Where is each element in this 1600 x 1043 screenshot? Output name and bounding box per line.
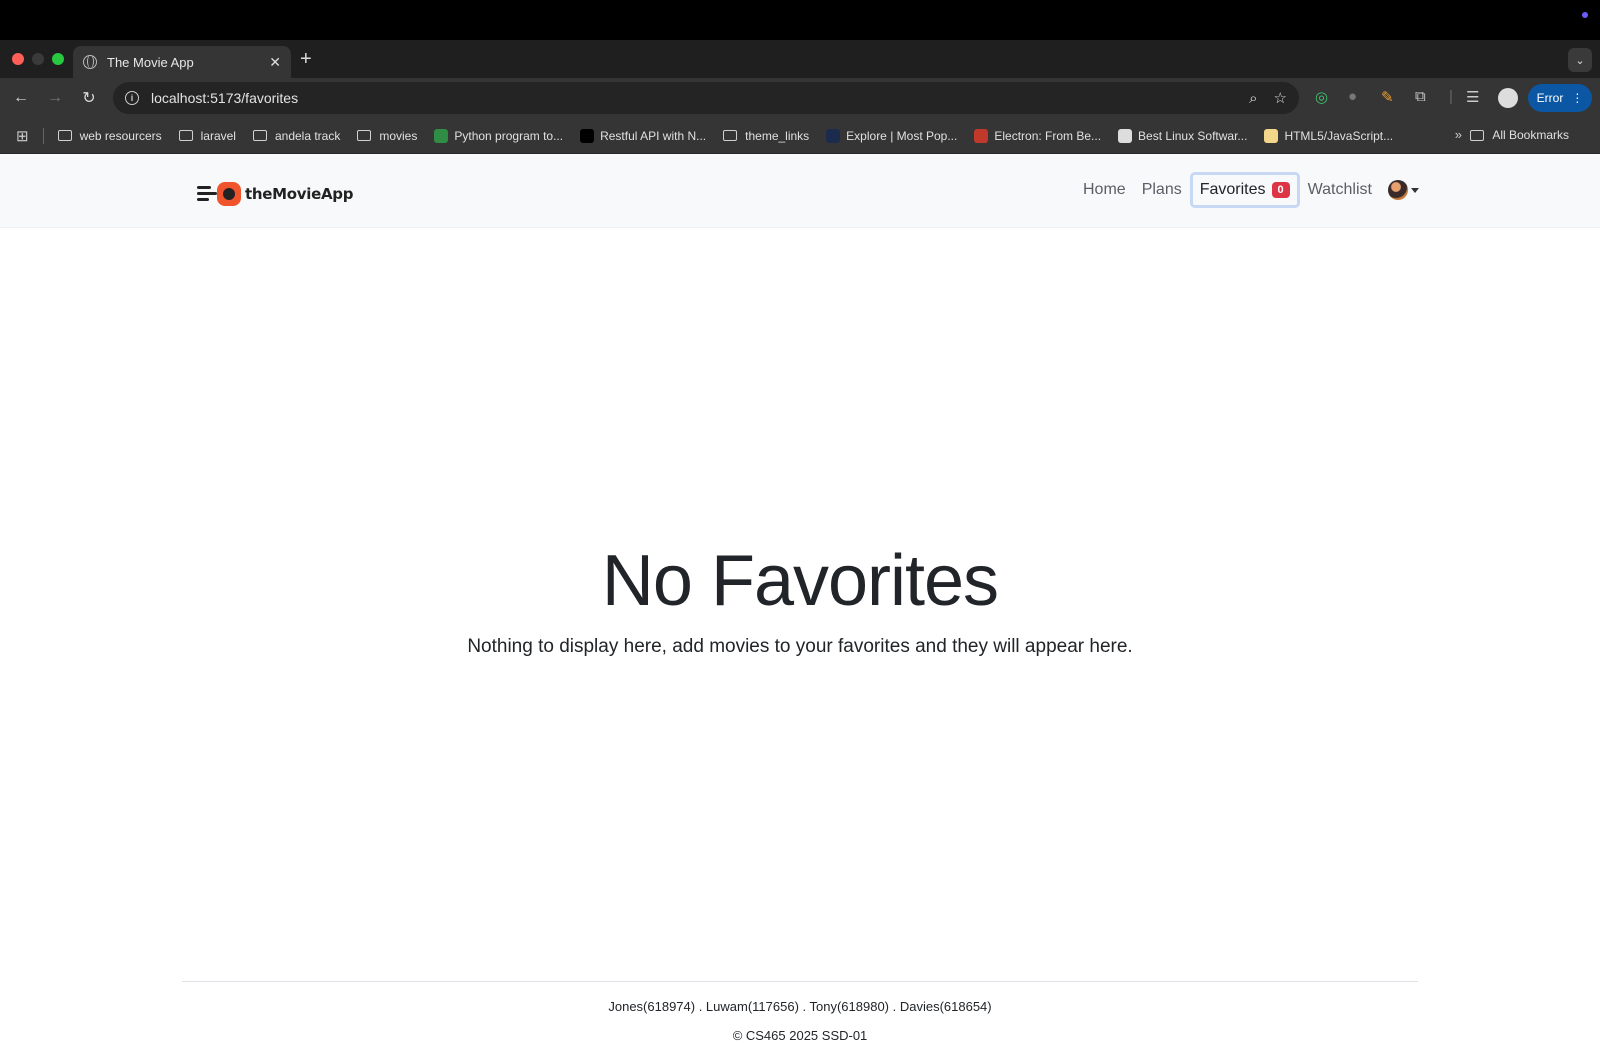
new-tab-button[interactable]: + xyxy=(300,48,312,71)
site-favicon-icon xyxy=(1118,128,1133,143)
toolbar-divider: | xyxy=(1449,88,1453,105)
zoom-icon[interactable]: ⌕ xyxy=(1249,90,1257,107)
main-nav: Home Plans Favorites 0 Watchlist xyxy=(1075,172,1419,208)
logo-reel-icon xyxy=(197,181,243,207)
app-navbar: theMovieApp Home Plans Favorites 0 Watch… xyxy=(0,154,1600,228)
kebab-menu-icon: ⋮ xyxy=(1571,91,1584,105)
bookmark-label: HTML5/JavaScript... xyxy=(1284,128,1394,143)
status-dot-icon xyxy=(1582,12,1588,18)
nav-favorites[interactable]: Favorites 0 xyxy=(1189,172,1300,208)
browser-tab-active[interactable]: The Movie App ✕ xyxy=(73,46,291,78)
bookmark-item[interactable]: laravel xyxy=(178,128,236,143)
extension-pen-icon[interactable]: ✎ xyxy=(1381,88,1394,106)
error-label: Error xyxy=(1536,91,1564,105)
bookmark-list: web resourcers laravel andela track movies P… xyxy=(57,128,1411,143)
tab-search-chevron-icon[interactable]: ⌄ xyxy=(1568,48,1592,72)
folder-icon xyxy=(357,130,372,141)
user-avatar xyxy=(1387,180,1408,200)
favorites-count-badge: 0 xyxy=(1271,182,1290,198)
browser-tab-strip: The Movie App ✕ + ⌄ xyxy=(0,40,1600,78)
close-window-button[interactable] xyxy=(12,53,24,65)
browser-toolbar: ← → ↻ i localhost:5173/favorites ⌕ ☆ ◎ ●… xyxy=(0,78,1600,118)
logo-text: theMovieApp xyxy=(245,185,354,203)
reload-icon[interactable]: ↻ xyxy=(72,88,106,108)
bookmark-item[interactable]: andela track xyxy=(252,128,341,143)
folder-icon xyxy=(57,130,72,141)
minimize-window-button[interactable] xyxy=(32,53,44,65)
site-favicon-icon xyxy=(974,128,989,143)
main-content: No Favorites Nothing to display here, ad… xyxy=(0,228,1600,968)
site-favicon-icon xyxy=(580,128,595,143)
folder-icon xyxy=(1470,129,1485,141)
bookmark-star-icon[interactable]: ☆ xyxy=(1274,89,1287,107)
error-button[interactable]: Error ⋮ xyxy=(1528,84,1592,112)
nav-favorites-label: Favorites xyxy=(1199,181,1266,198)
bookmark-label: Best Linux Softwar... xyxy=(1138,128,1248,143)
profile-avatar-icon[interactable] xyxy=(1498,88,1518,108)
nav-plans[interactable]: Plans xyxy=(1134,173,1190,207)
page-title: No Favorites xyxy=(601,541,999,621)
nav-watchlist[interactable]: Watchlist xyxy=(1300,173,1380,207)
extensions-puzzle-icon[interactable]: ⧉ xyxy=(1415,88,1426,105)
tab-title: The Movie App xyxy=(107,54,194,70)
bookmark-label: theme_links xyxy=(745,128,810,143)
copyright-text: © CS465 2025 SSD-01 xyxy=(732,1028,868,1043)
bookmark-item[interactable]: Electron: From Be... xyxy=(974,128,1102,143)
bookmark-item[interactable]: web resourcers xyxy=(57,128,162,143)
back-icon[interactable]: ← xyxy=(4,89,38,107)
page-footer: Jones(618974) . Luwam(117656) . Tony(618… xyxy=(182,981,1418,1043)
url-text[interactable]: localhost:5173/favorites xyxy=(151,90,1233,106)
maximize-window-button[interactable] xyxy=(52,53,64,65)
site-favicon-icon xyxy=(434,128,449,143)
bookmarks-divider xyxy=(42,127,44,144)
extension-gray-icon[interactable]: ● xyxy=(1348,88,1357,105)
address-bar[interactable]: i localhost:5173/favorites ⌕ ☆ xyxy=(113,82,1299,114)
folder-icon xyxy=(723,130,738,141)
more-bookmarks-icon[interactable]: » xyxy=(1455,127,1462,142)
apps-grid-icon[interactable]: ⊞ xyxy=(16,127,29,145)
all-bookmarks-button[interactable]: All Bookmarks xyxy=(1470,128,1586,142)
empty-state-message: Nothing to display here, add movies to y… xyxy=(467,636,1133,657)
nav-home[interactable]: Home xyxy=(1075,173,1134,207)
bookmark-label: movies xyxy=(379,128,418,143)
bookmark-label: Restful API with N... xyxy=(600,128,707,143)
bookmark-item[interactable]: theme_links xyxy=(723,129,809,143)
tab-close-icon[interactable]: ✕ xyxy=(269,54,281,71)
folder-icon xyxy=(178,130,193,141)
caret-down-icon xyxy=(1410,187,1419,193)
bookmark-label: web resourcers xyxy=(79,128,162,143)
bookmark-label: Explore | Most Pop... xyxy=(846,128,958,143)
bookmark-item[interactable]: Python program to... xyxy=(434,128,564,143)
bookmark-label: Python program to... xyxy=(454,128,564,143)
bookmark-item[interactable]: movies xyxy=(357,129,417,143)
bookmark-label: andela track xyxy=(274,128,341,143)
globe-icon xyxy=(83,55,97,69)
all-bookmarks-label: All Bookmarks xyxy=(1492,128,1569,142)
bookmark-item[interactable]: Explore | Most Pop... xyxy=(826,128,958,143)
bookmark-label: laravel xyxy=(200,128,236,143)
brand-logo[interactable]: theMovieApp xyxy=(197,181,353,207)
forward-icon[interactable]: → xyxy=(38,89,72,107)
site-favicon-icon xyxy=(826,128,841,143)
bookmark-item[interactable]: HTML5/JavaScript... xyxy=(1264,128,1394,143)
user-menu-toggle[interactable] xyxy=(1387,180,1419,200)
folder-icon xyxy=(252,130,267,141)
team-members: Jones(618974) . Luwam(117656) . Tony(618… xyxy=(608,999,992,1014)
site-favicon-icon xyxy=(1264,128,1279,143)
site-info-icon[interactable]: i xyxy=(125,91,139,105)
bookmark-item[interactable]: Restful API with N... xyxy=(580,128,707,143)
window-controls xyxy=(12,53,64,65)
bookmark-item[interactable]: Best Linux Softwar... xyxy=(1118,128,1248,143)
extension-green-icon[interactable]: ◎ xyxy=(1315,88,1328,106)
system-top-bar xyxy=(0,0,1600,40)
bookmark-label: Electron: From Be... xyxy=(994,128,1102,143)
reading-list-icon[interactable]: ☰ xyxy=(1466,88,1479,106)
bookmarks-bar: ⊞ web resourcers laravel andela track movie… xyxy=(0,118,1600,154)
